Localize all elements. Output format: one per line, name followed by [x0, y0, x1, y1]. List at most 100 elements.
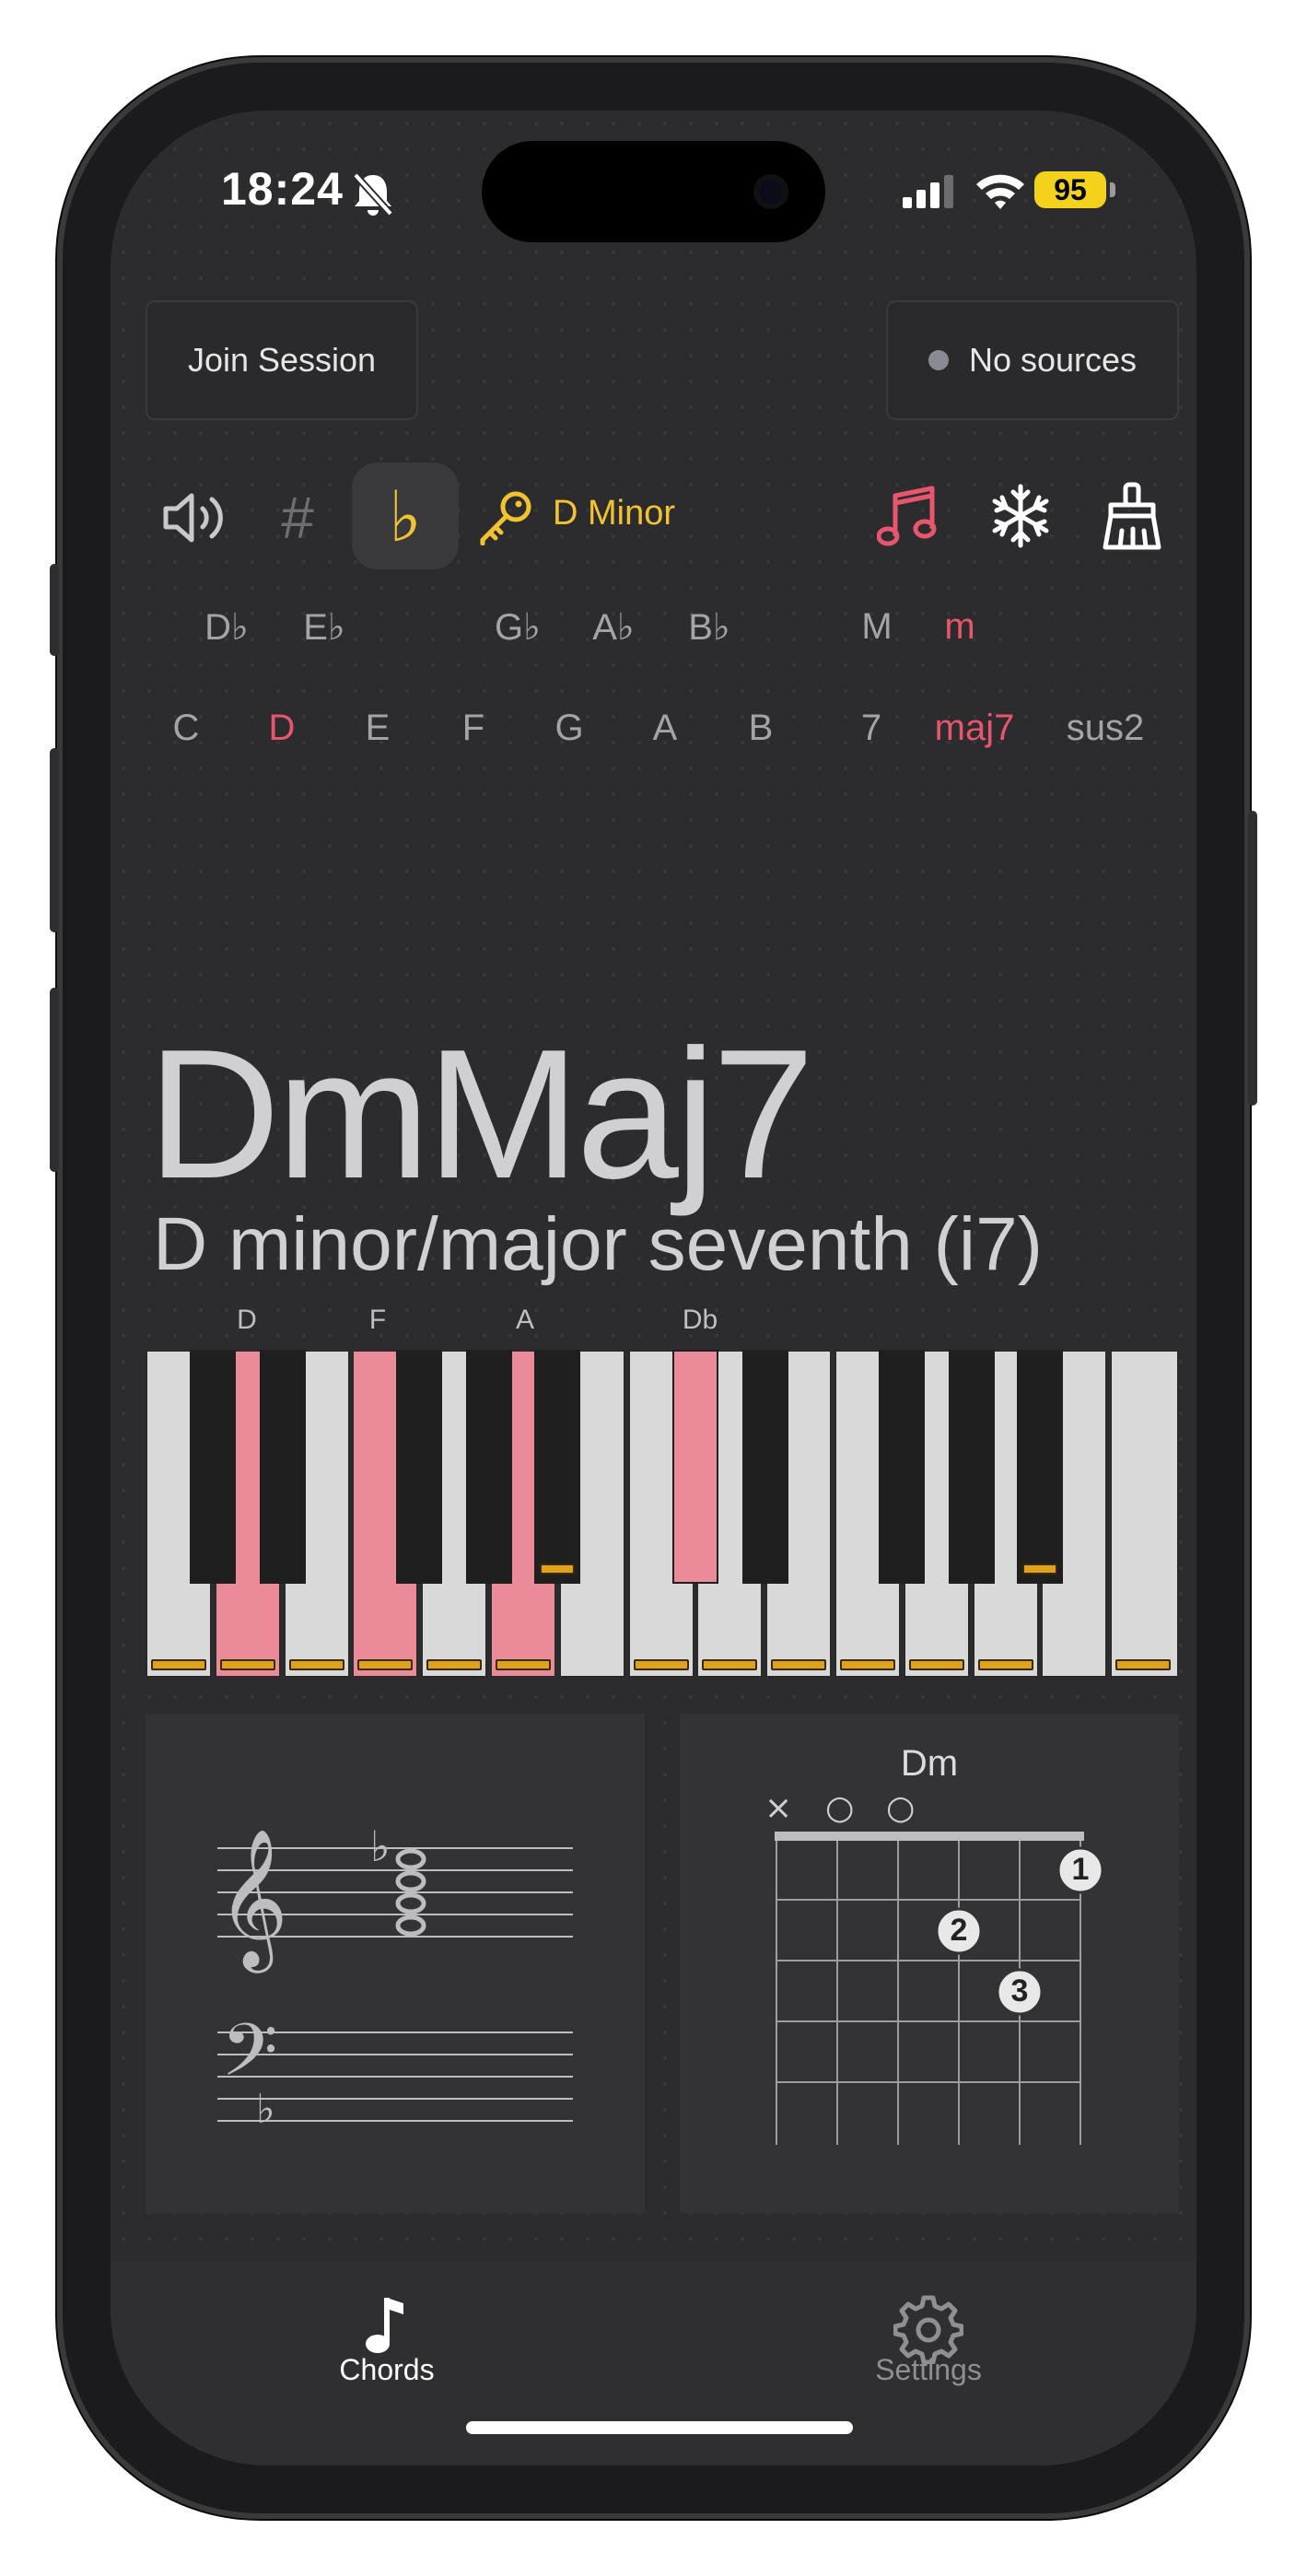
- note-label: G♭: [495, 607, 541, 648]
- music-notes-icon[interactable]: [877, 485, 938, 549]
- sharp-icon: #: [281, 485, 314, 551]
- black-key-marker: [540, 1563, 575, 1575]
- key-marker: [1115, 1659, 1171, 1670]
- key-label: D Minor: [553, 494, 676, 533]
- black-key-a-sharp[interactable]: [534, 1350, 580, 1584]
- key-marker: [357, 1659, 413, 1670]
- key-marker: [496, 1659, 551, 1670]
- sharp-toggle[interactable]: #: [263, 479, 332, 556]
- guitar-chord-panel: Dm × ○ ○ 1 2 3: [680, 1714, 1179, 2213]
- flat-icon: ♭: [389, 474, 422, 557]
- quality-minor[interactable]: m: [944, 606, 974, 648]
- finger-2: 2: [937, 1913, 981, 1949]
- dynamic-island: [482, 141, 825, 242]
- key-marker: [840, 1659, 895, 1670]
- key-label-a: A: [515, 1305, 535, 1335]
- tab-settings-label: Settings: [875, 2353, 982, 2386]
- tab-settings[interactable]: [873, 2279, 984, 2408]
- battery-indicator: 95: [1034, 171, 1106, 208]
- extension-label: sus2: [1066, 708, 1145, 748]
- black-key-d-sharp[interactable]: [260, 1350, 306, 1584]
- tab-bar: Chords Settings: [111, 2261, 1196, 2465]
- note-label: E♭: [303, 607, 345, 648]
- black-key-f-sharp[interactable]: [396, 1350, 442, 1584]
- note-label: E: [365, 708, 391, 748]
- status-time-text: 18:24: [221, 163, 344, 215]
- treble-clef-icon: 𝄞: [217, 1827, 288, 1973]
- note-g-flat[interactable]: G♭: [495, 606, 541, 649]
- finger-3: 3: [998, 1973, 1042, 2009]
- note-d[interactable]: D: [269, 708, 296, 749]
- extension-label: maj7: [934, 708, 1015, 748]
- battery-tip: [1110, 182, 1115, 197]
- finger-label: 1: [1071, 1852, 1090, 1887]
- bass-flat-icon: ♭: [256, 2086, 275, 2133]
- snowflake-icon[interactable]: [987, 483, 1054, 549]
- note-label: G: [554, 708, 584, 748]
- side-button-volume-up: [50, 748, 59, 932]
- note-a[interactable]: A: [653, 708, 678, 749]
- speaker-icon[interactable]: [162, 492, 227, 544]
- extension-label: 7: [860, 708, 882, 748]
- fretboard-diagram: [775, 1832, 1104, 2145]
- home-indicator[interactable]: [466, 2421, 853, 2434]
- black-key-f-sharp-2[interactable]: [879, 1350, 925, 1584]
- key-marker: [426, 1659, 482, 1670]
- camera-icon: [753, 174, 788, 209]
- tab-chords[interactable]: [332, 2279, 442, 2408]
- key-label-db: Db: [682, 1305, 718, 1335]
- white-key-c3[interactable]: [1110, 1350, 1179, 1678]
- tab-chords-label: Chords: [339, 2353, 435, 2386]
- black-key-d-sharp-2[interactable]: [742, 1350, 788, 1584]
- join-session-button[interactable]: Join Session: [146, 300, 418, 420]
- note-label: C: [172, 708, 200, 748]
- key-marker: [634, 1659, 689, 1670]
- black-key-a-sharp-2[interactable]: [1017, 1350, 1063, 1584]
- note-e[interactable]: E: [366, 708, 391, 749]
- battery-level: 95: [1054, 173, 1087, 206]
- sources-button[interactable]: No sources: [886, 300, 1179, 420]
- staff-notation-panel: 𝄞 𝄢 ♭ ♭: [146, 1714, 645, 2213]
- status-time: 18:24: [221, 162, 344, 216]
- note-c[interactable]: C: [173, 708, 200, 749]
- note-b[interactable]: B: [749, 708, 774, 749]
- broom-icon[interactable]: [1100, 481, 1164, 551]
- key-marker: [702, 1659, 757, 1670]
- key-marker: [978, 1659, 1033, 1670]
- quality-major[interactable]: M: [861, 606, 892, 648]
- note-flat-icon: ♭: [370, 1821, 391, 1871]
- cellular-signal-icon: [903, 175, 953, 208]
- side-button-action: [50, 564, 59, 656]
- key-icon[interactable]: [477, 488, 534, 545]
- note-e-flat[interactable]: E♭: [303, 606, 345, 649]
- key-selector[interactable]: D Minor: [553, 494, 675, 533]
- black-key-g-sharp-2[interactable]: [949, 1350, 995, 1584]
- side-button-power: [1248, 811, 1257, 1106]
- note-b-flat[interactable]: B♭: [688, 606, 730, 649]
- black-key-g-sharp[interactable]: [466, 1350, 512, 1584]
- black-key-c-sharp[interactable]: [190, 1350, 236, 1584]
- note-a-flat[interactable]: A♭: [592, 606, 635, 649]
- wifi-icon: [976, 174, 1024, 209]
- piano-keyboard: [146, 1350, 1179, 1681]
- key-label-f: F: [368, 1305, 387, 1335]
- black-key-c-sharp-2[interactable]: [672, 1350, 718, 1584]
- extension-7[interactable]: 7: [861, 708, 881, 749]
- note-g[interactable]: G: [554, 708, 583, 749]
- app-screen: 18:24 95 Join Session No sources # ♭ D M…: [111, 111, 1196, 2465]
- finger-label: 2: [950, 1913, 968, 1948]
- finger-1: 1: [1058, 1852, 1103, 1888]
- sources-label: No sources: [968, 341, 1138, 379]
- extension-maj7[interactable]: maj7: [935, 708, 1015, 749]
- key-marker: [771, 1659, 826, 1670]
- note-d-flat[interactable]: D♭: [204, 606, 249, 649]
- note-f[interactable]: F: [462, 708, 484, 749]
- quality-label: M: [861, 606, 893, 647]
- extension-sus2[interactable]: sus2: [1067, 708, 1145, 749]
- key-marker: [289, 1659, 344, 1670]
- chord-description: D minor/major seventh (i7): [153, 1202, 1044, 1286]
- staff-notation: 𝄞 𝄢 ♭ ♭: [217, 1821, 573, 2133]
- quality-label: m: [944, 606, 975, 647]
- key-marker: [220, 1659, 275, 1670]
- note-label: B♭: [688, 607, 730, 648]
